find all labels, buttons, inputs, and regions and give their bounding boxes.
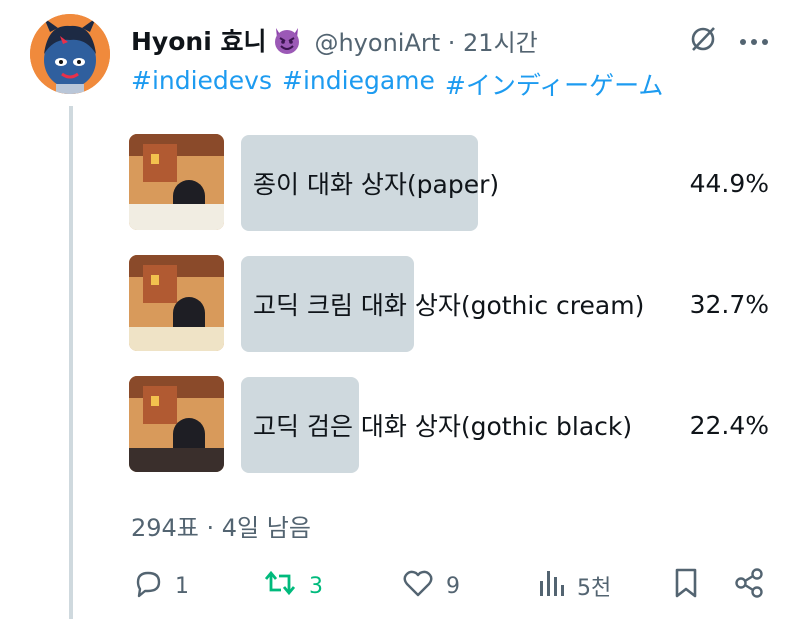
thread-line <box>69 106 73 619</box>
action-bar: 1 3 9 5천 <box>131 568 771 604</box>
display-name[interactable]: Hyoni 효니 <box>131 22 266 58</box>
hashtag-link[interactable]: #インディーゲーム <box>445 66 663 102</box>
tweet-header: Hyoni 효니 @hyoniArt · 21시간 <box>131 22 538 58</box>
tweet-top-actions <box>688 24 770 58</box>
poll-option-percent: 32.7% <box>689 289 769 319</box>
repost-count: 3 <box>309 573 323 599</box>
handle-and-time[interactable]: @hyoniArt · 21시간 <box>314 23 537 58</box>
poll-option-percent: 44.9% <box>689 168 769 198</box>
poll-option[interactable]: 고딕 크림 대화 상자(gothic cream) 32.7% <box>129 255 769 353</box>
views-count: 5천 <box>577 576 612 601</box>
views-button[interactable]: 5천 <box>537 568 611 604</box>
hashtags: #indiedevs #indiegame #インディーゲーム <box>131 66 663 102</box>
poll-option-label: 고딕 검은 대화 상자(gothic black) <box>253 412 633 441</box>
share-button[interactable] <box>733 568 765 604</box>
reply-icon <box>133 568 163 604</box>
poll-option[interactable]: 고딕 검은 대화 상자(gothic black) 22.4% <box>129 376 769 474</box>
option-thumbnail <box>129 376 224 472</box>
like-button[interactable]: 9 <box>402 568 460 604</box>
option-thumbnail <box>129 134 224 230</box>
hashtag-link[interactable]: #indiedevs <box>131 66 272 102</box>
like-icon <box>402 568 434 604</box>
poll: 종이 대화 상자(paper) 44.9% 고딕 크림 대화 상자(gothic… <box>129 134 769 497</box>
bookmark-icon <box>673 567 699 605</box>
like-count: 9 <box>446 573 460 599</box>
option-thumbnail <box>129 255 224 351</box>
repost-button[interactable]: 3 <box>263 568 323 604</box>
reply-button[interactable]: 1 <box>133 568 189 604</box>
poll-option-percent: 22.4% <box>689 410 769 440</box>
hashtag-link[interactable]: #indiegame <box>282 66 435 102</box>
poll-meta: 294표 · 4일 남음 <box>131 514 311 542</box>
avatar[interactable] <box>30 14 110 94</box>
repost-icon <box>263 568 297 604</box>
views-icon <box>537 568 565 604</box>
poll-option-label: 종이 대화 상자(paper) <box>253 170 500 199</box>
bookmark-button[interactable] <box>673 568 699 604</box>
reply-count: 1 <box>175 573 189 599</box>
poll-option-label: 고딕 크림 대화 상자(gothic cream) <box>253 291 645 320</box>
devil-emoji-icon <box>272 25 302 55</box>
grok-icon[interactable] <box>688 24 718 58</box>
share-icon <box>733 567 765 605</box>
avatar-image <box>30 14 110 94</box>
poll-option[interactable]: 종이 대화 상자(paper) 44.9% <box>129 134 769 232</box>
more-icon[interactable] <box>738 32 770 51</box>
